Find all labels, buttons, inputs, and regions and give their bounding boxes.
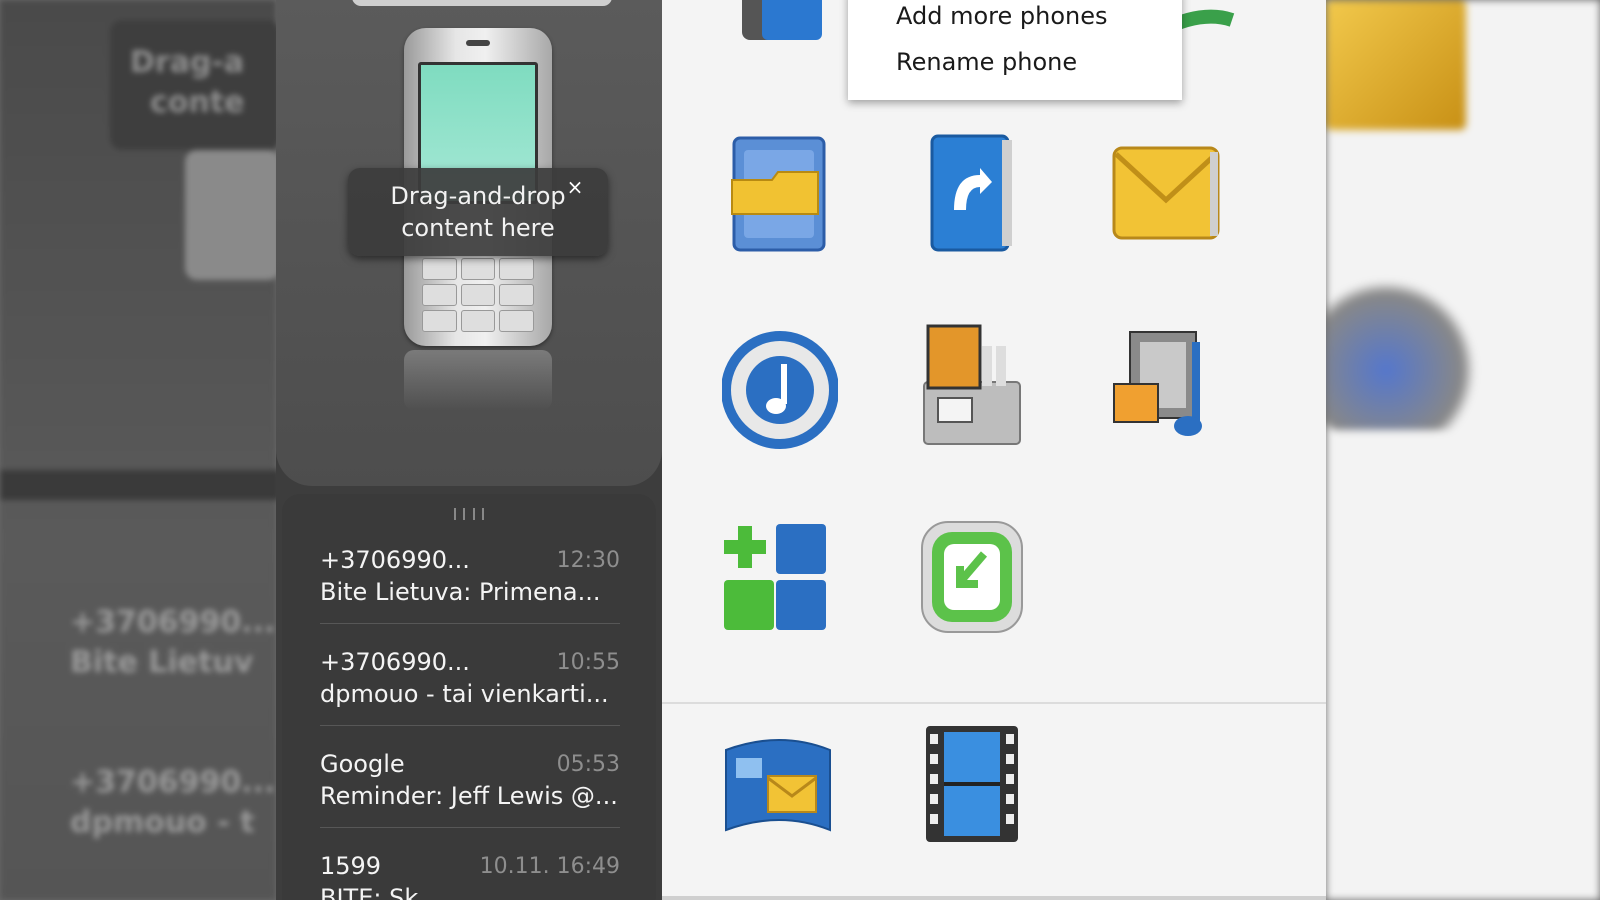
message-item[interactable]: +3706990... 12:30 Bite Lietuva: Primena.… — [320, 532, 620, 624]
background-blur-right — [1326, 0, 1600, 900]
message-item[interactable]: +3706990... 10:55 dpmouo - tai vienkarti… — [320, 634, 620, 726]
photo-transfer-icon[interactable] — [914, 322, 1030, 452]
message-preview: Bite Lietuva: Primena... — [320, 578, 601, 606]
file-manager-icon[interactable] — [722, 130, 838, 260]
section-divider — [662, 702, 1326, 704]
phone-speaker — [466, 40, 490, 46]
backup-icon[interactable] — [722, 0, 838, 60]
online-share-icon[interactable] — [722, 720, 838, 850]
message-item[interactable]: 1599 10.11. 16:49 BITE: Sk... — [320, 838, 620, 900]
message-preview: BITE: Sk... — [320, 884, 442, 900]
contacts-book-icon[interactable] — [914, 130, 1030, 260]
ghost-text: Bite Lietuv — [70, 645, 254, 680]
message-sender: +3706990... — [320, 648, 470, 676]
background-blob — [0, 470, 280, 500]
background-blob — [1326, 280, 1476, 430]
phone-context-menu: Add more phones Rename phone — [848, 0, 1182, 100]
menu-item-rename-phone[interactable]: Rename phone — [896, 48, 1077, 76]
video-manager-icon[interactable] — [914, 720, 1030, 850]
message-sender: 1599 — [320, 852, 382, 880]
music-manager-icon[interactable] — [721, 322, 839, 452]
app-window: Drag-a conte +3706990... Bite Lietuv +37… — [0, 0, 1600, 900]
phone-reflection — [404, 350, 552, 410]
message-preview: Reminder: Jeff Lewis @... — [320, 782, 618, 810]
message-time: 10.11. 16:49 — [479, 854, 620, 879]
message-sender: +3706990... — [320, 546, 470, 574]
messages-panel: +3706990... 12:30 Bite Lietuva: Primena.… — [282, 494, 656, 900]
phone-keypad — [422, 258, 534, 332]
message-preview: dpmouo - tai vienkarti... — [320, 680, 609, 708]
phone-panel: Drag-and-drop content here × +3706990...… — [276, 0, 662, 900]
background-blob — [185, 150, 280, 280]
tooltip-line: content here — [401, 214, 555, 242]
message-time: 12:30 — [556, 548, 620, 573]
menu-item-add-more-phones[interactable]: Add more phones — [896, 2, 1108, 30]
messaging-icon[interactable] — [1106, 130, 1222, 260]
phone-drop-area[interactable]: Drag-and-drop content here × — [276, 0, 662, 486]
more-applications-icon[interactable] — [722, 514, 838, 644]
multimedia-icon[interactable] — [1106, 322, 1222, 452]
phone-name-bar[interactable] — [352, 0, 612, 6]
bottom-border — [662, 896, 1326, 900]
message-time: 05:53 — [556, 752, 620, 777]
ghost-text: conte — [150, 85, 245, 120]
background-blob — [1326, 0, 1466, 130]
applications-area — [662, 0, 1326, 900]
message-sender: Google — [320, 750, 405, 778]
message-time: 10:55 — [556, 650, 620, 675]
tooltip-close-button[interactable]: × — [564, 176, 586, 198]
background-blur-left: Drag-a conte +3706990... Bite Lietuv +37… — [0, 0, 280, 900]
message-item[interactable]: Google 05:53 Reminder: Jeff Lewis @... — [320, 736, 620, 828]
software-installer-icon[interactable] — [914, 514, 1030, 644]
panel-grip-handle[interactable] — [454, 508, 484, 520]
ghost-text: dpmouo - t — [70, 805, 255, 840]
